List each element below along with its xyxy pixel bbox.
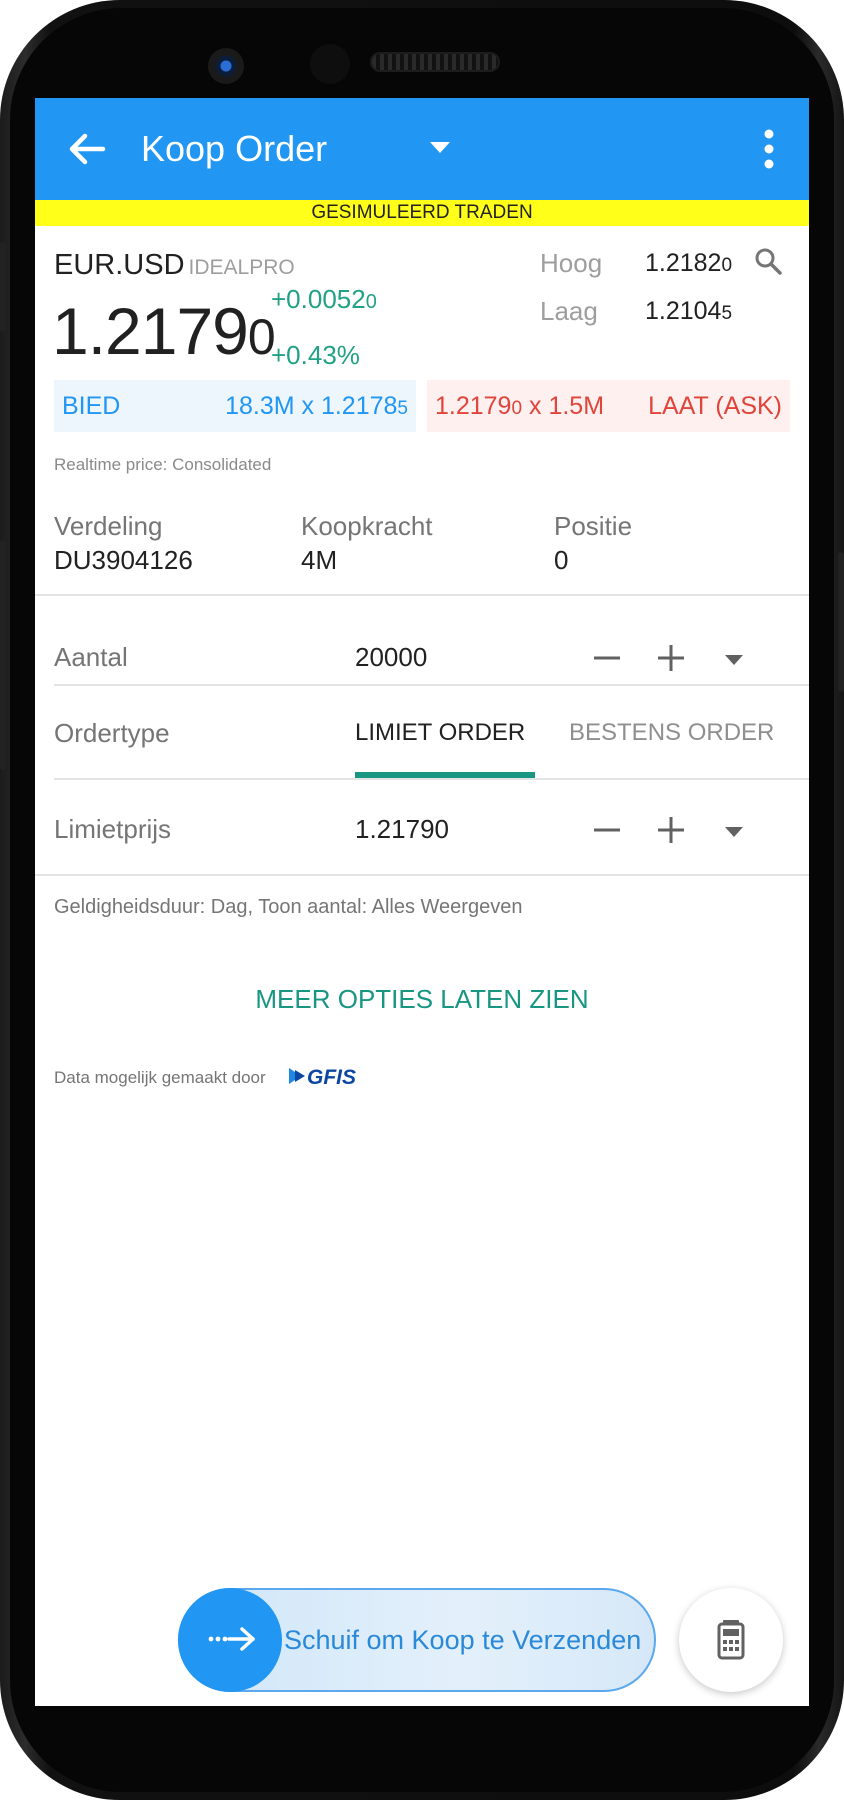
power-button [838,552,844,692]
volume-button [0,242,6,332]
plus-icon[interactable] [651,638,691,678]
volume-button-lower [0,540,6,770]
chevron-down-icon[interactable] [723,825,745,839]
phone-frame: Koop Order GESIMULEERD TRADEN EUR.USD IDE… [0,0,844,1800]
last-price-main: 1.2179 [52,294,249,368]
allocation-label: Verdeling [54,511,163,541]
page-title[interactable]: Koop Order [141,126,327,172]
buying-power-value: 4M [301,545,338,575]
bid-box[interactable]: BIED 18.3M x 1.21785 [54,380,416,432]
divider [54,684,809,686]
more-options-button[interactable]: MEER OPTIES LATEN ZIEN [35,982,809,1016]
tab-market-order[interactable]: BESTENS ORDER [569,716,774,750]
price-change: +0.00520 [271,282,377,319]
buying-power-block: Koopkracht 4M [301,510,531,576]
low-label: Laag [540,296,598,326]
app-screen: Koop Order GESIMULEERD TRADEN EUR.USD IDE… [35,98,809,1706]
symbol-name: EUR.USD [54,249,185,281]
divider [35,594,809,596]
plus-icon[interactable] [651,810,691,850]
calculator-icon [717,1620,745,1660]
exchange-name: IDEALPRO [188,256,295,279]
search-icon[interactable] [753,246,783,276]
tab-limit-order[interactable]: LIMIET ORDER [355,716,525,750]
high-value: 1.21820 [645,246,732,283]
bid-label: BIED [62,392,121,420]
app-bar: Koop Order [35,98,809,200]
limit-price-input[interactable]: 1.21790 [355,812,449,846]
bid-value-pip: 5 [397,398,408,419]
minus-icon[interactable] [587,638,627,678]
realtime-source: Realtime price: Consolidated [54,455,272,474]
proximity-sensor [310,44,350,84]
last-price: 1.21790 [52,290,276,378]
ask-value-main: 1.2179 [435,392,512,420]
minus-icon[interactable] [587,810,627,850]
allocation-value: DU3904126 [54,545,193,575]
gfis-logo-text: GFIS [307,1066,356,1089]
gfis-logo: GFIS [289,1066,356,1089]
dotted-arrow-right-icon [208,1627,255,1651]
symbol-label: EUR.USD IDEALPRO [54,248,295,285]
divider [54,778,809,780]
ask-size: x 1.5M [522,392,605,420]
chevron-down-icon[interactable] [723,653,745,667]
slide-to-submit-label: Schuif om Koop te Verzenden [284,1625,642,1655]
high-value-pip: 0 [721,255,733,276]
position-label: Positie [554,511,633,541]
divider [35,874,809,876]
allocation-block[interactable]: Verdeling DU3904126 [54,510,284,576]
ask-value: 1.21790 x 1.5M [435,390,604,425]
validity-summary[interactable]: Geldigheidsduur: Dag, Toon aantal: Alles… [54,894,522,920]
position-value: 0 [554,545,569,575]
more-vertical-icon[interactable] [757,126,781,172]
simulated-trading-banner: GESIMULEERD TRADEN [35,200,809,226]
price-change-pip: 0 [365,291,377,313]
price-change-main: +0.0052 [271,284,366,314]
data-provider-text: Data mogelijk gemaakt door [54,1068,266,1087]
price-change-percent: +0.43% [271,340,360,370]
ask-label: LAAT (ASK) [648,392,782,420]
front-camera [208,48,244,84]
buying-power-label: Koopkracht [301,511,433,541]
arrow-left-icon[interactable] [63,124,113,174]
triangle-down-icon[interactable] [427,138,453,158]
bid-value: 18.3M x 1.21785 [225,390,408,425]
low-value-pip: 5 [721,303,733,324]
ask-box[interactable]: 1.21790 x 1.5M LAAT (ASK) [427,380,790,432]
bid-value-main: 18.3M x 1.2178 [225,392,398,420]
earpiece-speaker [370,52,500,72]
ask-value-pip: 0 [511,398,523,419]
quantity-label: Aantal [54,642,128,672]
high-value-main: 1.2182 [645,249,722,277]
low-value-main: 1.2104 [645,297,722,325]
position-block: Positie 0 [554,510,784,576]
quantity-input[interactable]: 20000 [355,640,427,674]
ordertype-label: Ordertype [54,718,170,748]
low-value: 1.21045 [645,294,732,331]
high-label: Hoog [540,248,603,278]
calculator-button[interactable] [679,1588,783,1692]
limit-price-label: Limietprijs [54,814,172,844]
